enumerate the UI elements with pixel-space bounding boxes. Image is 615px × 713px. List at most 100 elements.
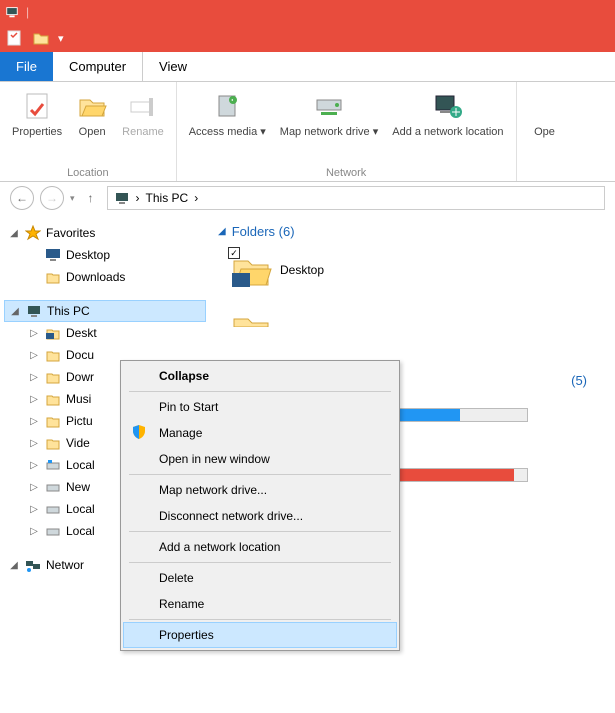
properties-label: Properties xyxy=(12,126,62,139)
ctx-separator xyxy=(129,619,391,620)
network-group-label: Network xyxy=(326,165,366,179)
folder-icon xyxy=(44,412,62,430)
settings-icon xyxy=(529,90,561,122)
qa-folder-icon[interactable] xyxy=(32,29,50,47)
expand-icon[interactable]: ▷ xyxy=(28,328,40,339)
ctx-separator xyxy=(129,474,391,475)
qa-properties-icon[interactable] xyxy=(6,29,24,47)
star-icon xyxy=(24,224,42,242)
tree-desktop[interactable]: ▷ Deskt xyxy=(4,322,206,344)
add-network-location-button[interactable]: Add a network location xyxy=(386,86,509,143)
tree-this-pc[interactable]: ◢ This PC xyxy=(4,300,206,322)
recent-dropdown-icon[interactable]: ▾ xyxy=(70,193,75,204)
open-cut-button[interactable]: Ope xyxy=(523,86,567,143)
ctx-label: Manage xyxy=(159,426,202,440)
collapse-icon: ◢ xyxy=(218,226,226,237)
system-icon xyxy=(4,4,20,20)
folder-icon xyxy=(44,368,62,386)
expand-icon[interactable]: ▷ xyxy=(28,482,40,493)
ctx-collapse[interactable]: Collapse xyxy=(123,363,397,389)
forward-button: → xyxy=(40,186,64,210)
folder-icon xyxy=(44,346,62,364)
rename-icon xyxy=(127,90,159,122)
downloads-icon xyxy=(44,268,62,286)
computer-icon xyxy=(25,302,43,320)
map-network-drive-label: Map network drive ▾ xyxy=(280,126,378,139)
expand-icon[interactable]: ▷ xyxy=(28,460,40,471)
properties-button[interactable]: Properties xyxy=(6,86,68,143)
open-cut-label: Ope xyxy=(534,126,555,139)
tree-label: Deskt xyxy=(66,326,97,340)
address-bar[interactable]: › This PC › xyxy=(107,186,605,210)
expand-icon[interactable]: ▷ xyxy=(28,350,40,361)
tree-label: Pictu xyxy=(66,414,93,428)
tree-label: Desktop xyxy=(66,248,110,262)
quick-access-toolbar: ▾ xyxy=(0,24,615,52)
ctx-add-network-location[interactable]: Add a network location xyxy=(123,534,397,560)
folder-large-icon xyxy=(230,307,272,349)
ctx-pin-to-start[interactable]: Pin to Start xyxy=(123,394,397,420)
titlebar-divider: | xyxy=(26,5,29,19)
ctx-separator xyxy=(129,562,391,563)
network-drive-icon xyxy=(313,90,345,122)
map-network-drive-button[interactable]: Map network drive ▾ xyxy=(274,86,384,143)
tab-file[interactable]: File xyxy=(0,52,53,81)
folder-label: Desktop xyxy=(280,263,324,277)
folder-large-icon: ✓ xyxy=(230,249,272,291)
ctx-manage[interactable]: Manage xyxy=(123,420,397,446)
tree-label: Musi xyxy=(66,392,91,406)
drive-icon xyxy=(44,522,62,540)
expand-icon[interactable]: ▷ xyxy=(28,504,40,515)
folder-item-desktop[interactable]: ✓ Desktop xyxy=(218,245,607,303)
ctx-disconnect-network-drive[interactable]: Disconnect network drive... xyxy=(123,503,397,529)
access-media-button[interactable]: Access media ▾ xyxy=(183,86,272,143)
open-button[interactable]: Open xyxy=(70,86,114,143)
tree-label: Local xyxy=(66,524,95,538)
add-network-location-label: Add a network location xyxy=(392,126,503,139)
tab-view[interactable]: View xyxy=(143,52,203,81)
ctx-delete[interactable]: Delete xyxy=(123,565,397,591)
rename-label: Rename xyxy=(122,126,164,139)
address-sep-icon[interactable]: › xyxy=(194,191,198,205)
expand-icon[interactable]: ▷ xyxy=(28,416,40,427)
tree-label: This PC xyxy=(47,304,90,318)
expand-icon[interactable]: ▷ xyxy=(28,372,40,383)
up-button[interactable]: ↑ xyxy=(81,188,101,208)
tree-label: Dowr xyxy=(66,370,94,384)
tree-fav-desktop[interactable]: Desktop xyxy=(4,244,206,266)
tree-label: Downloads xyxy=(66,270,125,284)
ctx-properties[interactable]: Properties xyxy=(123,622,397,648)
folders-section-header[interactable]: ◢ Folders (6) xyxy=(218,222,607,245)
location-group-label: Location xyxy=(67,165,109,179)
ctx-rename[interactable]: Rename xyxy=(123,591,397,617)
expand-icon[interactable]: ▷ xyxy=(28,394,40,405)
folder-item-partial[interactable] xyxy=(218,303,607,361)
access-media-label: Access media ▾ xyxy=(189,126,266,139)
qa-dropdown-icon[interactable]: ▾ xyxy=(58,32,64,45)
expand-icon[interactable]: ▷ xyxy=(28,438,40,449)
expand-icon[interactable]: ▷ xyxy=(28,526,40,537)
computer-icon xyxy=(114,190,130,206)
folder-icon xyxy=(44,324,62,342)
tab-computer[interactable]: Computer xyxy=(53,52,143,81)
navigation-bar: ← → ▾ ↑ › This PC › xyxy=(0,182,615,214)
address-crumb-this-pc[interactable]: This PC xyxy=(146,191,189,205)
checkbox-icon[interactable]: ✓ xyxy=(228,247,240,259)
tree-label: Local xyxy=(66,458,95,472)
back-button[interactable]: ← xyxy=(10,186,34,210)
address-sep-icon[interactable]: › xyxy=(136,191,140,205)
ctx-open-new-window[interactable]: Open in new window xyxy=(123,446,397,472)
ctx-separator xyxy=(129,531,391,532)
tree-fav-downloads[interactable]: Downloads xyxy=(4,266,206,288)
desktop-icon xyxy=(44,246,62,264)
collapse-icon[interactable]: ◢ xyxy=(8,560,20,571)
collapse-icon[interactable]: ◢ xyxy=(9,306,21,317)
ctx-map-network-drive[interactable]: Map network drive... xyxy=(123,477,397,503)
folders-header-label: Folders (6) xyxy=(232,224,295,239)
context-menu: Collapse Pin to Start Manage Open in new… xyxy=(120,360,400,651)
folder-icon xyxy=(44,434,62,452)
collapse-icon[interactable]: ◢ xyxy=(8,228,20,239)
properties-icon xyxy=(21,90,53,122)
media-server-icon xyxy=(211,90,243,122)
tree-favorites[interactable]: ◢ Favorites xyxy=(4,222,206,244)
